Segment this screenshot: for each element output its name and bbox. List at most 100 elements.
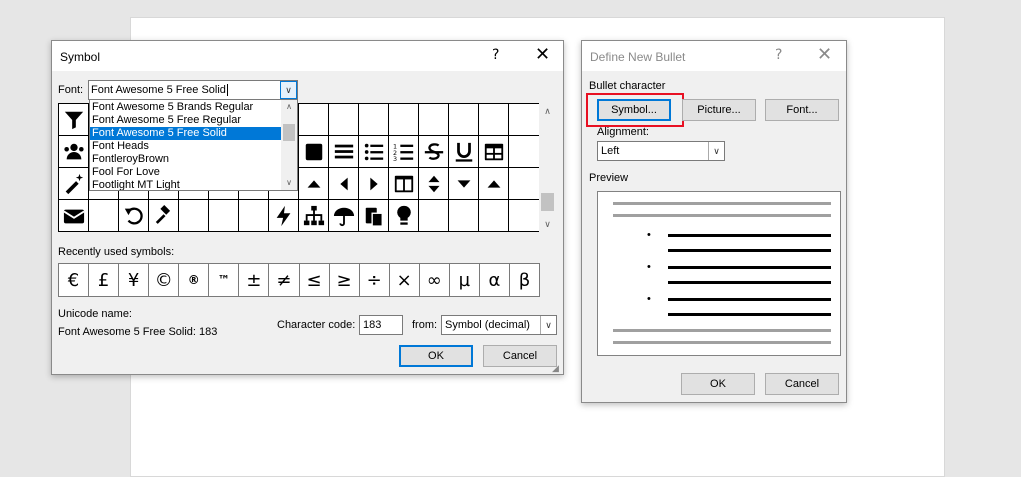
recent-symbol-cell[interactable]: ≥	[330, 264, 360, 296]
font-list-scrollbar[interactable]: ∧ ∨	[281, 100, 297, 190]
from-select-value[interactable]: Symbol (decimal)	[445, 319, 530, 331]
cancel-button[interactable]: Cancel	[765, 373, 839, 395]
recent-symbol-cell[interactable]: ©	[149, 264, 180, 296]
symbol-cell[interactable]	[509, 200, 540, 232]
recent-symbol-cell[interactable]: α	[480, 264, 510, 296]
symbol-cell[interactable]	[239, 200, 269, 232]
symbol-cell[interactable]	[89, 200, 119, 232]
bolt-icon[interactable]	[269, 200, 299, 232]
picture-button[interactable]: Picture...	[682, 99, 756, 121]
caret-up-icon[interactable]	[299, 168, 329, 200]
symbol-cell[interactable]	[509, 104, 540, 136]
font-combobox-text[interactable]: Font Awesome 5 Free Solid	[91, 84, 226, 96]
sitemap-icon[interactable]	[299, 200, 329, 232]
font-list-item[interactable]: Font Awesome 5 Free Regular	[90, 114, 282, 127]
recent-symbol-cell[interactable]: β	[510, 264, 539, 296]
caret-right-icon[interactable]	[359, 168, 389, 200]
symbol-cell[interactable]	[359, 104, 389, 136]
recent-symbol-cell[interactable]: ±	[239, 264, 270, 296]
ok-button[interactable]: OK	[681, 373, 755, 395]
font-list-item[interactable]: FontleroyBrown	[90, 153, 282, 166]
scroll-up-icon[interactable]: ∧	[539, 103, 556, 120]
symbol-cell[interactable]	[299, 104, 329, 136]
symbol-button[interactable]: Symbol...	[597, 99, 671, 121]
font-dropdown-list[interactable]: Font Awesome 5 Brands Regular Font Aweso…	[89, 99, 298, 191]
recently-used-symbols[interactable]: € £ ¥ © ® ™ ± ≠ ≤ ≥ ÷ × ∞ µ α β	[58, 263, 540, 297]
recent-symbol-cell[interactable]: µ	[450, 264, 480, 296]
recent-symbol-cell[interactable]: ×	[390, 264, 420, 296]
symbol-cell[interactable]	[479, 104, 509, 136]
recent-symbol-cell[interactable]: ÷	[360, 264, 390, 296]
bullet-titlebar[interactable]: Define New Bullet ? ✕	[582, 41, 846, 71]
symbol-cell[interactable]	[509, 136, 540, 168]
list-ol-icon[interactable]: 123	[389, 136, 419, 168]
symbol-cell[interactable]	[209, 200, 239, 232]
symbol-cell[interactable]	[419, 200, 449, 232]
symbol-cell[interactable]	[449, 200, 479, 232]
recent-symbol-cell[interactable]: ™	[209, 264, 240, 296]
alignment-select-value[interactable]: Left	[601, 145, 619, 157]
ok-button[interactable]: OK	[399, 345, 473, 367]
font-list-item[interactable]: Font Heads	[90, 140, 282, 153]
font-list-item[interactable]: Footlight MT Light	[90, 179, 282, 190]
recent-symbol-cell[interactable]: €	[59, 264, 90, 296]
symbol-cell[interactable]	[179, 200, 209, 232]
font-combobox[interactable]: Font Awesome 5 Free Solid ∨	[88, 80, 298, 100]
paste-icon[interactable]	[359, 200, 389, 232]
caret-up-icon[interactable]	[479, 168, 509, 200]
symbol-cell[interactable]	[389, 104, 419, 136]
cancel-button[interactable]: Cancel	[483, 345, 557, 367]
columns-icon[interactable]	[389, 168, 419, 200]
strikethrough-icon[interactable]	[419, 136, 449, 168]
recent-symbol-cell[interactable]: ≠	[269, 264, 300, 296]
scroll-thumb[interactable]	[541, 193, 554, 211]
symbol-cell[interactable]	[449, 104, 479, 136]
alignment-select[interactable]: Left ∨	[597, 141, 725, 161]
umbrella-icon[interactable]	[329, 200, 359, 232]
list-ul-icon[interactable]	[359, 136, 389, 168]
chevron-down-icon[interactable]: ∨	[708, 142, 724, 160]
gavel-icon[interactable]	[149, 200, 179, 232]
symbol-cell[interactable]	[419, 104, 449, 136]
font-list-item-selected[interactable]: Font Awesome 5 Free Solid	[90, 127, 282, 140]
font-list-item[interactable]: Font Awesome 5 Brands Regular	[90, 101, 282, 114]
recent-symbol-cell[interactable]: ®	[179, 264, 210, 296]
caret-left-icon[interactable]	[329, 168, 359, 200]
table-icon[interactable]	[479, 136, 509, 168]
from-select[interactable]: Symbol (decimal) ∨	[441, 315, 557, 335]
scroll-up-icon[interactable]: ∧	[281, 100, 297, 114]
caret-down-icon[interactable]	[449, 168, 479, 200]
sort-icon[interactable]	[419, 168, 449, 200]
character-code-input[interactable]: 183	[359, 315, 403, 335]
scroll-down-icon[interactable]: ∨	[281, 176, 297, 190]
scroll-thumb[interactable]	[283, 124, 295, 141]
undo-icon[interactable]	[119, 200, 149, 232]
font-list-item[interactable]: Fool For Love	[90, 166, 282, 179]
symbol-cell[interactable]	[509, 168, 540, 200]
help-icon[interactable]: ?	[775, 47, 782, 63]
underline-icon[interactable]	[449, 136, 479, 168]
help-icon[interactable]: ?	[492, 47, 499, 63]
recent-symbol-cell[interactable]: ≤	[300, 264, 330, 296]
symbol-titlebar[interactable]: Symbol ? ✕	[52, 41, 563, 71]
chevron-down-icon[interactable]: ∨	[280, 81, 297, 99]
filter-icon[interactable]	[59, 104, 89, 136]
close-icon[interactable]: ✕	[817, 44, 832, 65]
recent-symbol-cell[interactable]: £	[89, 264, 120, 296]
users-icon[interactable]	[59, 136, 89, 168]
symbol-cell[interactable]	[329, 104, 359, 136]
font-button[interactable]: Font...	[765, 99, 839, 121]
magic-icon[interactable]	[59, 168, 89, 200]
lightbulb-icon[interactable]	[389, 200, 419, 232]
resize-grip-icon[interactable]: ◢	[552, 363, 562, 373]
close-icon[interactable]: ✕	[535, 44, 550, 65]
recent-symbol-cell[interactable]: ¥	[119, 264, 150, 296]
align-justify-icon[interactable]	[329, 136, 359, 168]
symbol-cell[interactable]	[479, 200, 509, 232]
symbol-grid-scrollbar[interactable]: ∧ ∨	[539, 103, 556, 233]
envelope-icon[interactable]	[59, 200, 89, 232]
chevron-down-icon[interactable]: ∨	[540, 316, 556, 334]
scroll-down-icon[interactable]: ∨	[539, 216, 556, 233]
recent-symbol-cell[interactable]: ∞	[420, 264, 450, 296]
stop-icon[interactable]	[299, 136, 329, 168]
